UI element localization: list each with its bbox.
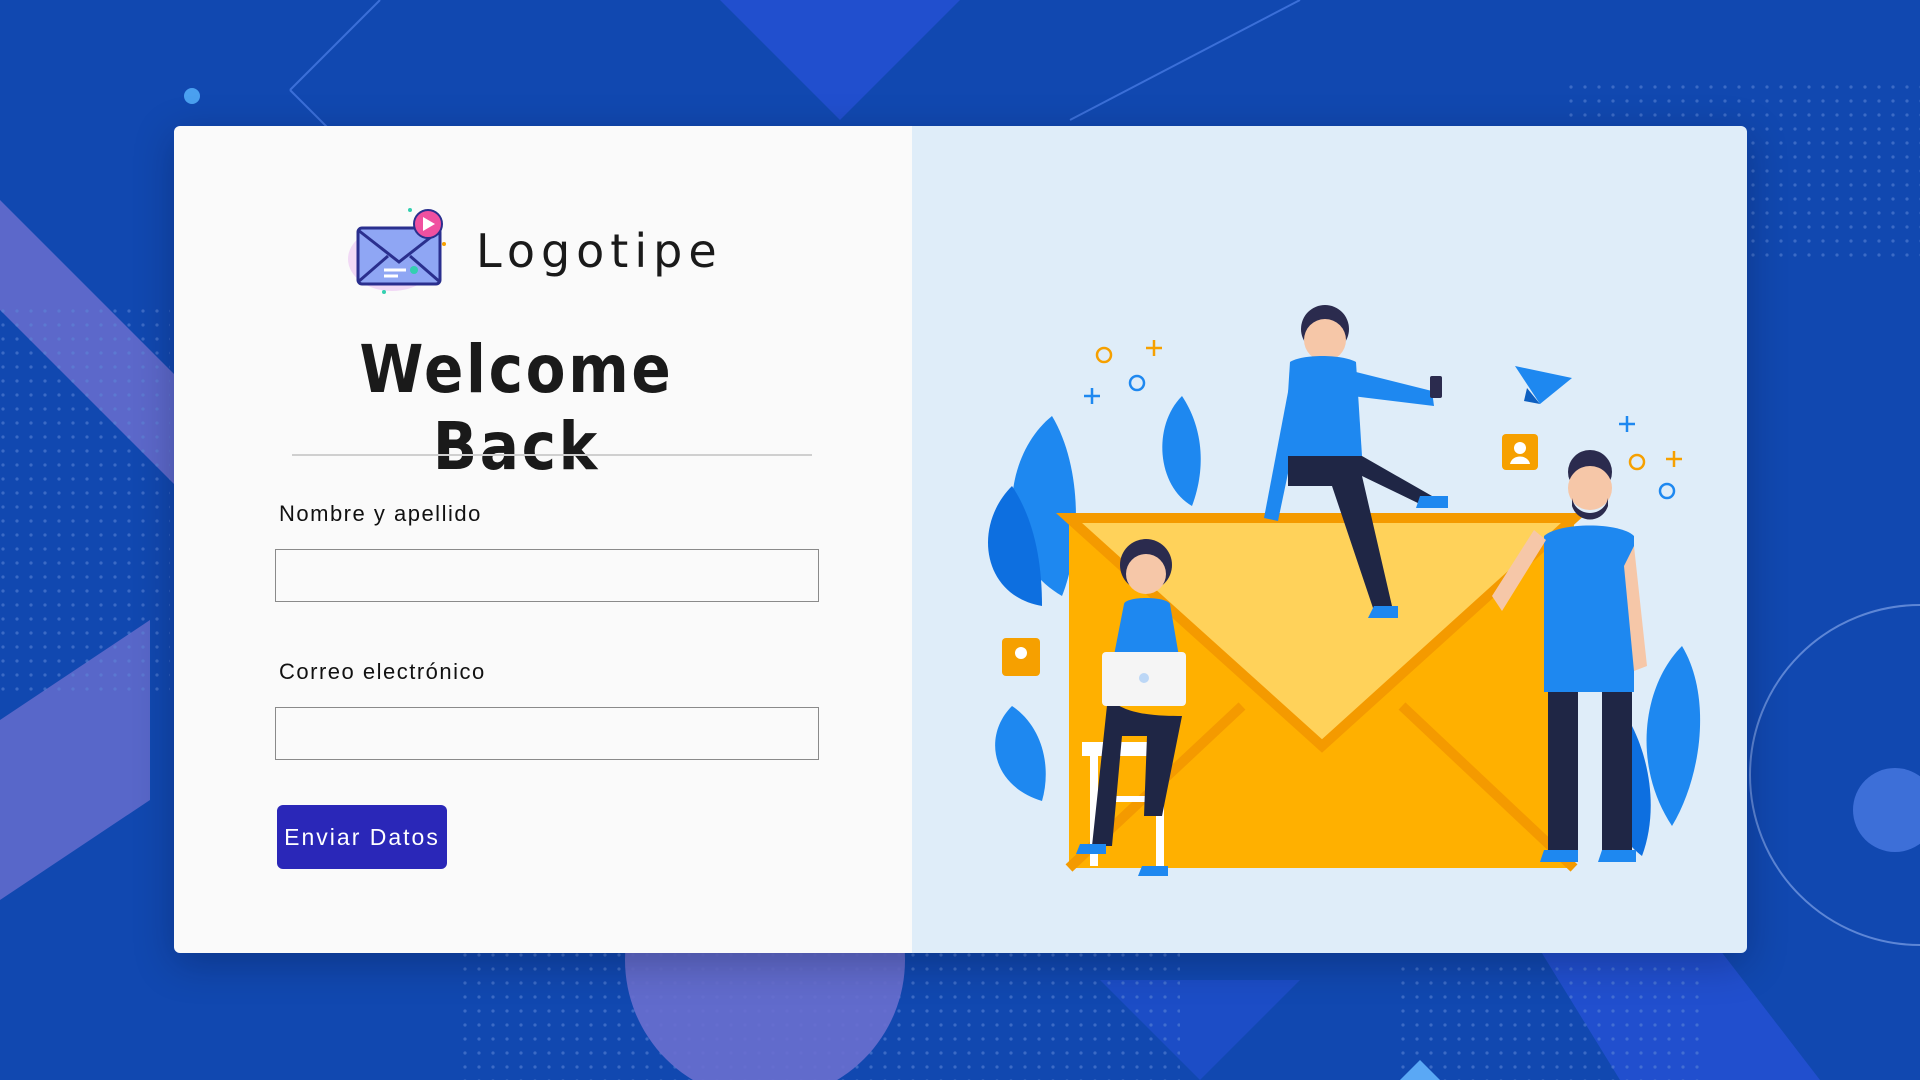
people-around-envelope-illustration — [988, 305, 1701, 876]
email-field-label: Correo electrónico — [279, 659, 486, 684]
name-input[interactable] — [275, 549, 819, 602]
login-card: Logotipe Welcome Back Nombre y apellido … — [174, 126, 1747, 953]
page-title: Welcome Back — [359, 331, 674, 485]
form-panel: Logotipe Welcome Back Nombre y apellido … — [174, 126, 912, 953]
brand-logo: Logotipe — [344, 204, 723, 298]
logo-text: Logotipe — [476, 224, 723, 278]
name-field-label: Nombre y apellido — [279, 501, 482, 526]
email-input[interactable] — [275, 707, 819, 760]
title-divider — [292, 454, 812, 456]
illustration-panel — [912, 126, 1747, 953]
envelope-send-icon — [348, 208, 446, 294]
submit-button[interactable]: Enviar Datos — [277, 805, 447, 869]
